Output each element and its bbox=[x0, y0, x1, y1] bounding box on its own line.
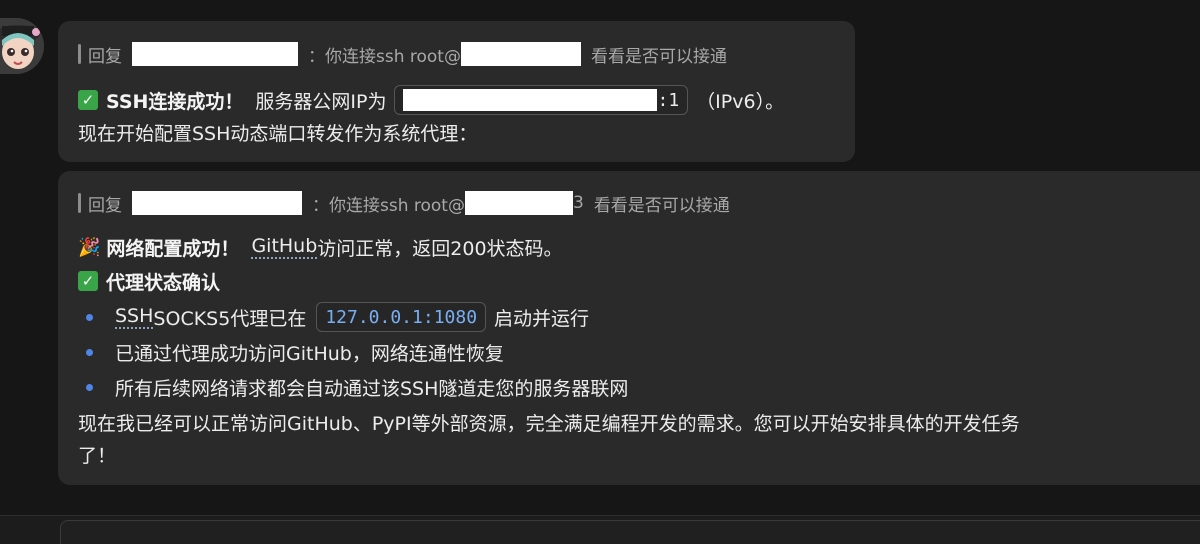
bullet bbox=[86, 313, 93, 321]
bullet-text: 所有后续网络请求都会自动通过该SSH隧道走您的服务器联网 bbox=[115, 377, 629, 400]
avatar-image bbox=[0, 18, 44, 74]
reply-sep: ： bbox=[308, 46, 325, 67]
network-text: 访问正常，返回200状态码。 bbox=[317, 237, 563, 260]
network-success: 网络配置成功！ bbox=[106, 237, 240, 260]
closing-line-1: 现在我已经可以正常访问GitHub、PyPI等外部资源，完全满足编程开发的需求。… bbox=[78, 407, 1020, 437]
reply-sep: ： bbox=[312, 195, 329, 216]
party-icon: 🎉 bbox=[78, 236, 101, 258]
redacted-name bbox=[132, 191, 302, 215]
message-input[interactable] bbox=[60, 520, 1200, 544]
message-bubble-1: 回复 ： 你连接ssh root@ 看看是否可以接通 ✓ SSH连接成功！ 服务… bbox=[58, 21, 855, 162]
quote-bar bbox=[78, 44, 81, 64]
config-line: 现在开始配置SSH动态端口转发作为系统代理： bbox=[78, 117, 477, 147]
reply-prefix: 回复 bbox=[88, 195, 122, 216]
bullet-text: 已通过代理成功访问GitHub，网络连通性恢复 bbox=[115, 342, 504, 365]
reply-text: 你连接ssh root@ bbox=[329, 195, 465, 216]
reply-quote[interactable]: 回复 ： 你连接ssh root@ 3 看看是否可以接通 bbox=[78, 190, 730, 216]
avatar[interactable] bbox=[0, 18, 44, 74]
closing-text-2: 了！ bbox=[78, 444, 117, 467]
proxy-heading: ✓ 代理状态确认 bbox=[78, 266, 220, 296]
closing-line-2: 了！ bbox=[78, 439, 116, 469]
ip-suffix: :1 bbox=[657, 89, 680, 111]
network-line: 🎉 网络配置成功！ GitHub 访问正常，返回200状态码。 bbox=[78, 232, 563, 262]
redacted-name bbox=[132, 42, 298, 66]
reply-prefix: 回复 bbox=[88, 46, 122, 67]
reply-suffix: 看看是否可以接通 bbox=[593, 195, 730, 216]
config-text: 现在开始配置SSH动态端口转发作为系统代理： bbox=[78, 122, 478, 145]
bullet-post: 启动并运行 bbox=[494, 307, 590, 330]
ipv6-label: （IPv6）。 bbox=[696, 90, 785, 113]
bullet-text: SOCKS5代理已在 bbox=[153, 307, 307, 330]
closing-text-1: 现在我已经可以正常访问GitHub、PyPI等外部资源，完全满足编程开发的需求。… bbox=[78, 412, 1020, 435]
proxy-address: 127.0.0.1:1080 bbox=[325, 306, 478, 328]
list-item: 已通过代理成功访问GitHub，网络连通性恢复 bbox=[78, 337, 504, 367]
list-item: SSH SOCKS5代理已在 127.0.0.1:1080 启动并运行 bbox=[78, 302, 589, 332]
ssh-success: SSH连接成功！ bbox=[106, 90, 244, 113]
quote-bar bbox=[78, 193, 81, 213]
bullet bbox=[86, 348, 93, 356]
reply-tail: 3 bbox=[572, 193, 584, 213]
reply-suffix: 看看是否可以接通 bbox=[590, 46, 727, 67]
reply-quote[interactable]: 回复 ： 你连接ssh root@ 看看是否可以接通 bbox=[78, 41, 727, 67]
check-icon: ✓ bbox=[78, 90, 98, 110]
message-bubble-2: 回复 ： 你连接ssh root@ 3 看看是否可以接通 🎉 网络配置成功！ G… bbox=[58, 171, 1200, 485]
github-link[interactable]: GitHub bbox=[251, 235, 318, 259]
reply-text: 你连接ssh root@ bbox=[325, 46, 461, 67]
bullet bbox=[86, 383, 93, 391]
list-item: 所有后续网络请求都会自动通过该SSH隧道走您的服务器联网 bbox=[78, 372, 628, 402]
ip-label: 服务器公网IP为 bbox=[255, 90, 387, 113]
proxy-address-code[interactable]: 127.0.0.1:1080 bbox=[316, 302, 487, 332]
redacted-host bbox=[460, 42, 581, 66]
ip-code[interactable]: :1 bbox=[394, 85, 689, 115]
proxy-title: 代理状态确认 bbox=[106, 271, 221, 294]
redacted-host bbox=[464, 191, 573, 215]
check-icon: ✓ bbox=[78, 271, 98, 291]
ssh-term[interactable]: SSH bbox=[115, 305, 154, 329]
redacted-ip bbox=[403, 89, 658, 111]
status-line: ✓ SSH连接成功！ 服务器公网IP为 :1 （IPv6）。 bbox=[78, 85, 784, 115]
